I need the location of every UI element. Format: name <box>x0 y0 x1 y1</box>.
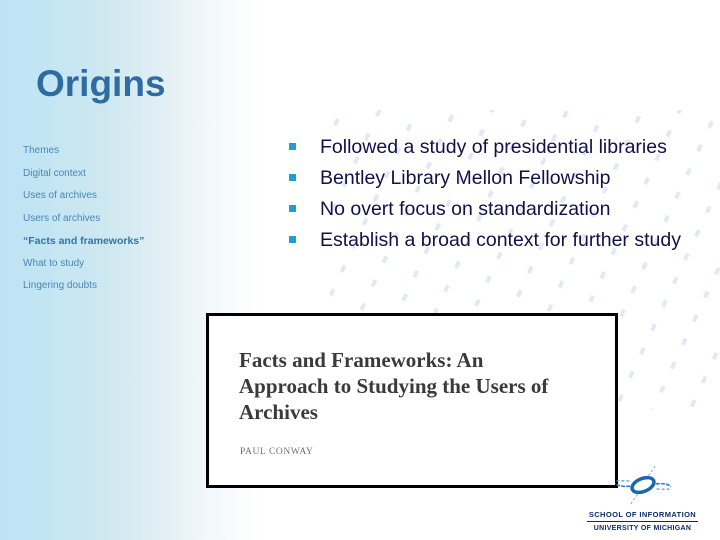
article-author: PAUL CONWAY <box>240 447 314 457</box>
slide-canvas: Origins Themes Digital context Uses of a… <box>0 0 720 540</box>
article-scan-image: Facts and Frameworks: An Approach to Stu… <box>206 313 618 488</box>
page-title: Origins <box>36 63 166 104</box>
bullet-text: Establish a broad context for further st… <box>320 229 681 251</box>
sidebar-item-lingering-doubts[interactable]: Lingering doubts <box>23 275 223 298</box>
bullet-text: Followed a study of presidential librari… <box>320 136 667 158</box>
school-name: SCHOOL OF INFORMATION <box>586 510 699 522</box>
footer-branding: SCHOOL OF INFORMATION UNIVERSITY OF MICH… <box>570 466 715 534</box>
list-item: No overt focus on standardization <box>289 194 709 224</box>
sidebar-item-uses-of-archives[interactable]: Uses of archives <box>23 185 223 208</box>
sidebar-item-what-to-study[interactable]: What to study <box>23 253 223 276</box>
list-item: Establish a broad context for further st… <box>289 225 709 255</box>
list-item: Followed a study of presidential librari… <box>289 132 709 162</box>
square-bullet-icon <box>289 205 296 212</box>
sidebar-item-themes[interactable]: Themes <box>23 140 223 163</box>
bullet-list: Followed a study of presidential librari… <box>289 132 709 256</box>
spiral-galaxy-logo-icon <box>614 466 671 504</box>
square-bullet-icon <box>289 236 296 243</box>
article-title: Facts and Frameworks: An Approach to Stu… <box>239 348 549 424</box>
bullet-text: Bentley Library Mellon Fellowship <box>320 167 611 189</box>
sidebar-item-digital-context[interactable]: Digital context <box>23 163 223 186</box>
outline-sidebar: Themes Digital context Uses of archives … <box>23 140 223 298</box>
bullet-text: No overt focus on standardization <box>320 198 611 220</box>
sidebar-item-facts-and-frameworks[interactable]: “Facts and frameworks” <box>23 230 223 253</box>
sidebar-item-users-of-archives[interactable]: Users of archives <box>23 208 223 231</box>
list-item: Bentley Library Mellon Fellowship <box>289 163 709 193</box>
square-bullet-icon <box>289 143 296 150</box>
square-bullet-icon <box>289 174 296 181</box>
university-name: UNIVERSITY OF MICHIGAN <box>593 525 692 532</box>
